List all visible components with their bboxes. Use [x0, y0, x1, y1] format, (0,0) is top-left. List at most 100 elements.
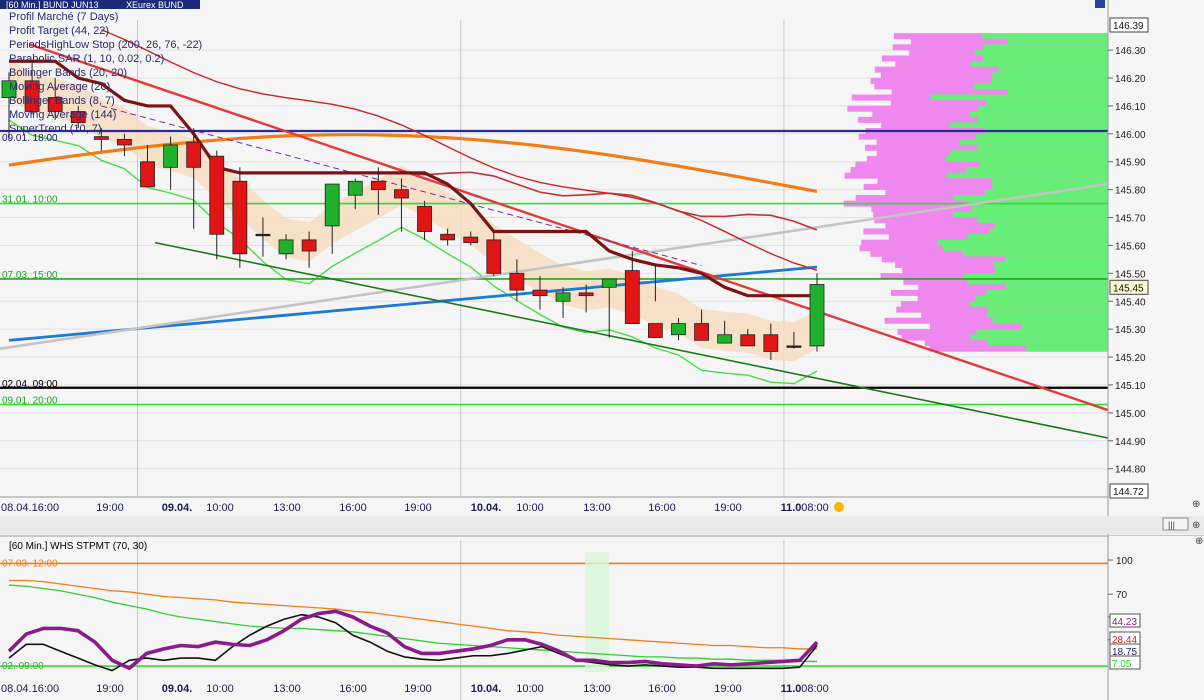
time-label: 13:00	[583, 502, 611, 514]
time-label: 10.04.	[471, 502, 502, 514]
profile-value-area	[991, 178, 1108, 185]
time-label: 09.04.	[162, 683, 193, 695]
time-label: 10:00	[516, 502, 544, 514]
profile-value-area	[969, 111, 1108, 118]
profile-value-area	[970, 334, 1108, 341]
time-label: 08:00	[801, 683, 829, 695]
profile-value-area	[977, 116, 1108, 123]
level-label: 09.01. 20:00	[2, 395, 58, 406]
time-label: 16:00	[648, 683, 676, 695]
legend-item: Bollinger Bands (8, 7)	[9, 95, 115, 107]
price-tick-label: 145.70	[1115, 214, 1146, 225]
svg-text:|||: |||	[1168, 520, 1175, 530]
time-label: 19:00	[404, 683, 432, 695]
profile-value-area	[963, 250, 1108, 257]
profile-value-area	[942, 245, 1108, 252]
candle-body	[763, 334, 779, 352]
panel-zoom-icon[interactable]: ⊕	[1195, 536, 1203, 547]
profile-value-area	[930, 94, 1108, 101]
profile-value-area	[969, 301, 1108, 308]
candle-body	[671, 323, 686, 336]
legend-item: Bollinger Bands (20, 20)	[9, 67, 127, 79]
candle-body	[232, 180, 248, 255]
time-label: 16:00	[648, 502, 676, 514]
candle-body	[624, 270, 640, 324]
level-label: 31.01. 10:00	[2, 195, 58, 206]
candle-body	[694, 323, 709, 341]
profile-value-area	[950, 122, 1108, 129]
time-label: 09.04.	[162, 502, 193, 514]
price-tick-label: 144.80	[1115, 465, 1146, 476]
candle-body	[509, 272, 525, 291]
profile-value-area	[977, 217, 1108, 224]
candle-body	[324, 183, 340, 227]
oscillator-level-label: 02. 09:00	[2, 661, 44, 672]
price-box-label: 146.39	[1113, 21, 1144, 32]
profile-value-area	[976, 328, 1108, 335]
grid-icon[interactable]	[1095, 0, 1105, 8]
profile-value-area	[986, 312, 1108, 319]
oscillator-panel	[0, 536, 1108, 700]
price-tick-label: 145.10	[1115, 381, 1146, 392]
time-label: 16:00	[339, 502, 367, 514]
price-tick-label: 146.00	[1115, 130, 1146, 141]
profile-value-area	[966, 167, 1108, 174]
price-box-label: 144.72	[1113, 487, 1144, 498]
profile-value-area	[1007, 38, 1108, 45]
profile-value-area	[967, 234, 1108, 241]
chart-canvas: [60 Min.] BUND JUN13 XEurex BUND Profil …	[0, 0, 1204, 700]
time-label: 13:00	[583, 683, 611, 695]
profile-value-area	[992, 317, 1108, 324]
candle-body	[648, 323, 663, 338]
time-label: 10:00	[516, 683, 544, 695]
legend-item: Profit Target (44, 22)	[9, 25, 109, 37]
oscillator-tick-label: 70	[1116, 590, 1128, 601]
zoom-out-icon[interactable]: ⊕	[1192, 499, 1200, 510]
price-box-label: 145.45	[1113, 283, 1144, 294]
time-label: 13:00	[273, 683, 301, 695]
profile-value-area	[978, 105, 1108, 112]
profile-value-area	[953, 211, 1108, 218]
time-label: 08.04.16:00	[1, 683, 59, 695]
price-tick-label: 145.40	[1115, 297, 1146, 308]
candle-body	[717, 334, 733, 344]
candle-body	[347, 180, 363, 196]
candle-body	[486, 239, 502, 274]
horizontal-scrollbar[interactable]	[0, 516, 1204, 534]
price-tick-label: 145.80	[1115, 186, 1146, 197]
profile-value-area	[981, 33, 1108, 40]
candle-body	[117, 139, 132, 146]
candle-body	[786, 345, 802, 348]
time-label: 11.0	[781, 683, 802, 695]
price-tick-label: 145.60	[1115, 241, 1146, 252]
price-tick-label: 144.90	[1115, 437, 1146, 448]
oscillator-value-label: 44.23	[1112, 617, 1137, 628]
scrollbar-thumb[interactable]	[1162, 517, 1189, 531]
price-tick-label: 145.20	[1115, 353, 1146, 364]
candle-body	[578, 292, 594, 297]
candle-body	[394, 189, 409, 199]
profile-value-area	[946, 155, 1108, 162]
clock-icon[interactable]	[834, 502, 844, 512]
candle-body	[278, 239, 294, 255]
profile-value-area	[998, 66, 1108, 73]
profile-value-area	[993, 261, 1108, 268]
time-label: 08:00	[801, 502, 829, 514]
time-label: 19:00	[96, 683, 124, 695]
candle-body	[532, 289, 548, 297]
time-label: 19:00	[96, 502, 124, 514]
profile-value-area	[1007, 88, 1108, 95]
profile-value-area	[974, 49, 1108, 56]
profile-value-area	[975, 295, 1108, 302]
profile-value-area	[987, 306, 1108, 313]
time-label: 13:00	[273, 502, 301, 514]
profile-value-area	[975, 133, 1108, 140]
legend-item: Moving Average (20)	[9, 81, 110, 93]
time-label: 19:00	[714, 502, 742, 514]
zoom-icon[interactable]: ⊕	[1192, 520, 1200, 531]
legend-item: Parabolic SAR (1, 10, 0.02, 0.2)	[9, 53, 164, 65]
candle-body	[93, 136, 109, 140]
time-label: 19:00	[404, 502, 432, 514]
candle-body	[186, 141, 202, 168]
candle-body	[255, 233, 271, 237]
